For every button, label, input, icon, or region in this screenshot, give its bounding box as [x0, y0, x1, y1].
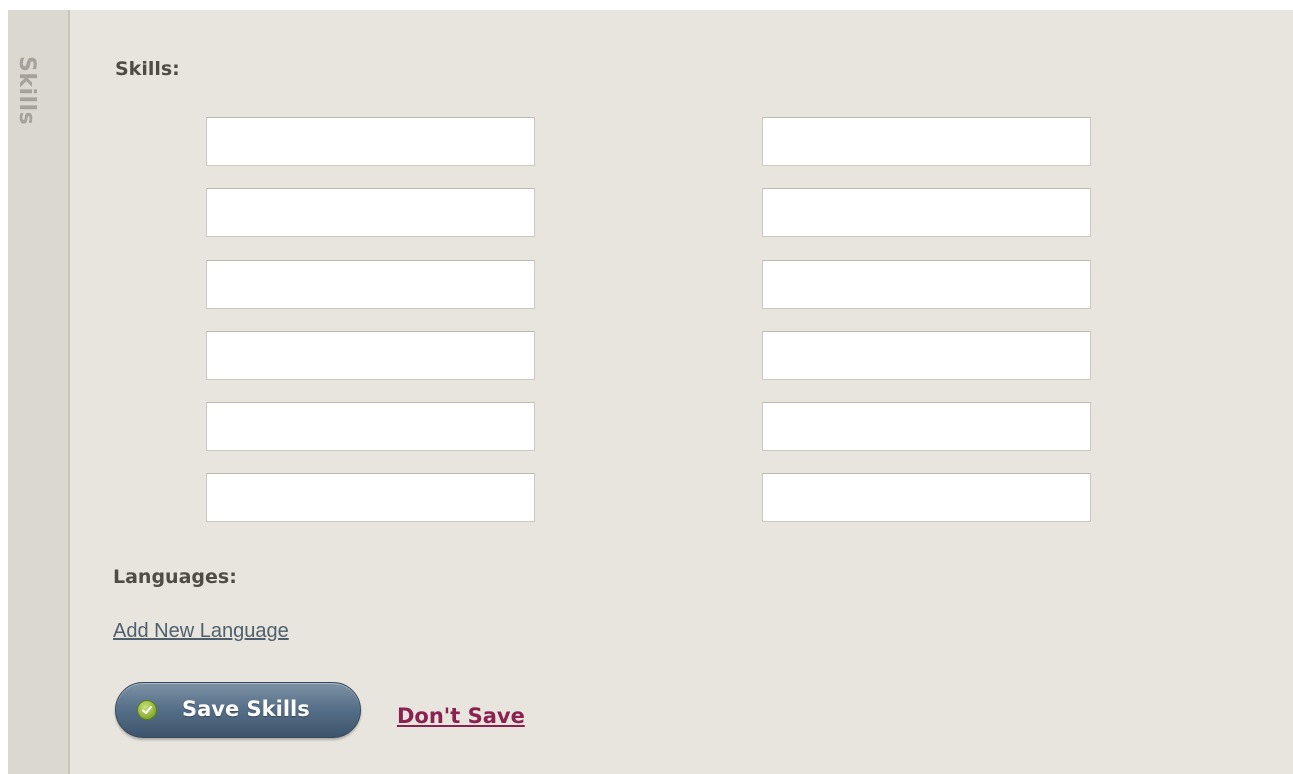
- dont-save-link[interactable]: Don't Save: [397, 704, 525, 728]
- skill-input-left-4[interactable]: [206, 331, 535, 380]
- skill-input-left-5[interactable]: [206, 402, 535, 451]
- skill-input-right-4[interactable]: [762, 331, 1091, 380]
- side-tab: Skills: [8, 10, 70, 774]
- skills-heading: Skills:: [115, 58, 180, 80]
- skill-input-right-3[interactable]: [762, 260, 1091, 309]
- languages-heading: Languages:: [113, 566, 237, 588]
- side-tab-label: Skills: [14, 56, 39, 126]
- save-skills-label: Save Skills: [182, 697, 310, 721]
- skill-input-right-1[interactable]: [762, 117, 1091, 166]
- skill-input-left-2[interactable]: [206, 188, 535, 237]
- skill-input-left-6[interactable]: [206, 473, 535, 522]
- check-icon: [137, 700, 157, 720]
- save-skills-button[interactable]: Save Skills: [115, 682, 361, 738]
- skill-input-right-5[interactable]: [762, 402, 1091, 451]
- skill-input-right-2[interactable]: [762, 188, 1091, 237]
- skill-input-right-6[interactable]: [762, 473, 1091, 522]
- add-new-language-link[interactable]: Add New Language: [113, 620, 289, 643]
- skills-panel: Skills Skills: Languages: Add New Langua…: [8, 10, 1293, 774]
- skill-input-left-1[interactable]: [206, 117, 535, 166]
- skill-input-left-3[interactable]: [206, 260, 535, 309]
